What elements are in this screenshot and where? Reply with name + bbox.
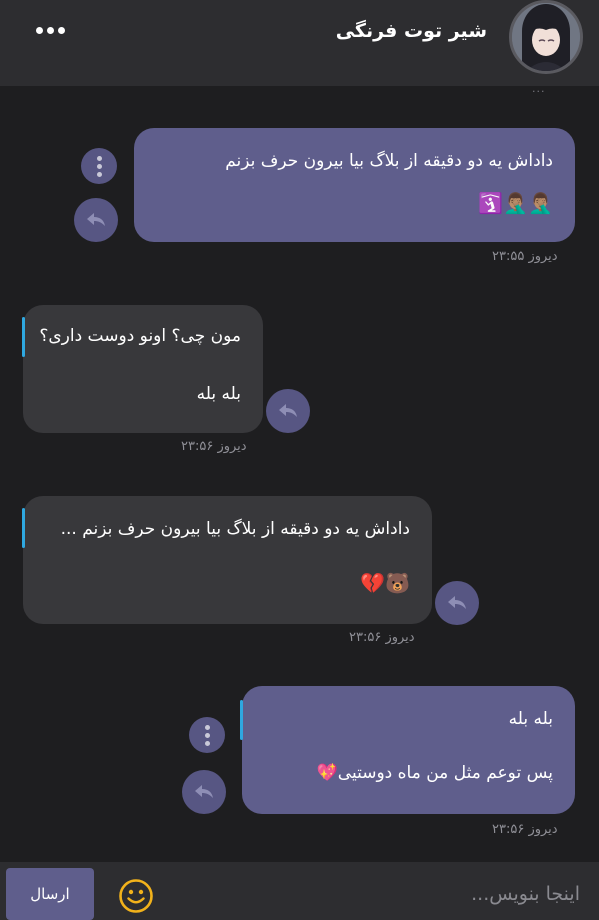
kebab-menu-icon[interactable] (81, 148, 117, 184)
reply-icon[interactable] (182, 770, 226, 814)
message-text: بله بله (196, 384, 241, 404)
message-emoji: 🐻💔 (360, 571, 410, 595)
message-time: دیروز ۲۳:۵۶ (181, 439, 247, 454)
quoted-text: داداش یه دو دقیقه از بلاگ بیا بیرون حرف … (60, 519, 410, 539)
quote-accent (240, 700, 243, 740)
avatar-image (512, 3, 580, 71)
message-bubble-outgoing[interactable]: داداش یه دو دقیقه از بلاگ بیا بیرون حرف … (134, 128, 575, 242)
message-time: دیروز ۲۳:۵۵ (492, 249, 558, 264)
avatar[interactable] (509, 0, 583, 74)
quote-accent (22, 317, 25, 357)
chat-title: شیر توت فرنگی (335, 20, 487, 42)
more-dots-icon[interactable] (30, 20, 70, 40)
reply-icon[interactable] (435, 581, 479, 625)
message-bubble-incoming[interactable]: داداش یه دو دقیقه از بلاگ بیا بیرون حرف … (22, 496, 432, 624)
chat-header: شیر توت فرنگی (0, 0, 599, 86)
message-emoji: 🤦🏽‍♂️🤦🏽‍♂️🛐 (478, 191, 553, 215)
message-composer: ارسال (0, 862, 599, 920)
message-bubble-outgoing[interactable]: بله بله پس توعم مثل من ماه دوستیی💖 (240, 686, 575, 814)
message-input[interactable] (170, 874, 580, 914)
smiley-icon[interactable] (118, 878, 154, 914)
reply-icon[interactable] (74, 198, 118, 242)
quoted-text: بله بله (508, 709, 553, 729)
message-time: دیروز ۲۳:۵۶ (492, 822, 558, 837)
send-button[interactable]: ارسال (6, 868, 94, 920)
quote-accent (22, 508, 25, 548)
message-time: دیروز ۲۳:۵۶ (349, 630, 415, 645)
reply-icon[interactable] (266, 389, 310, 433)
message-bubble-incoming[interactable]: مون چی؟ اونو دوست داری؟ بله بله (22, 305, 263, 433)
message-list[interactable]: ... داداش یه دو دقیقه از بلاگ بیا بیرون … (0, 82, 599, 862)
message-text: پس توعم مثل من ماه دوستیی💖 (316, 763, 553, 783)
message-text: داداش یه دو دقیقه از بلاگ بیا بیرون حرف … (225, 151, 553, 171)
quoted-text: مون چی؟ اونو دوست داری؟ (39, 326, 241, 346)
scroll-hint-icon: ... (532, 82, 546, 95)
kebab-menu-icon[interactable] (189, 717, 225, 753)
